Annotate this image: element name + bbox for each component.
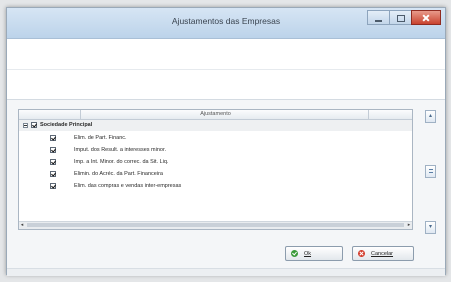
window-controls bbox=[367, 10, 441, 25]
row-checkbox[interactable] bbox=[50, 171, 56, 177]
row-label: Elimin. do Acréc. da Part. Financeira bbox=[74, 171, 163, 177]
header-panel bbox=[7, 39, 445, 100]
row-label: Elim. de Part. Financ. bbox=[74, 135, 127, 141]
group-checkbox[interactable] bbox=[31, 122, 37, 128]
ok-button-label: Ok bbox=[304, 250, 312, 257]
cancel-icon bbox=[358, 250, 365, 257]
scroll-right-icon[interactable]: ▸ bbox=[406, 222, 412, 228]
list-icon-line bbox=[429, 172, 433, 173]
adjustments-grid[interactable]: Ajustamento Sociedade Principal Elim. de… bbox=[18, 109, 413, 230]
table-row[interactable]: Elimin. do Acréc. da Part. Financeira bbox=[19, 169, 412, 180]
cancel-button[interactable]: Cancelar bbox=[352, 246, 414, 261]
header-divider bbox=[7, 69, 445, 70]
row-label: Imp. a Int. Minor. do correc. da Sit. Li… bbox=[74, 159, 169, 165]
table-row[interactable]: Imp. a Int. Minor. do correc. da Sit. Li… bbox=[19, 157, 412, 168]
minimize-button[interactable] bbox=[367, 10, 389, 25]
collapse-icon[interactable] bbox=[23, 123, 28, 128]
move-button[interactable] bbox=[425, 165, 436, 178]
close-button[interactable] bbox=[411, 10, 441, 25]
column-header-ajustamento[interactable]: Ajustamento bbox=[19, 111, 412, 117]
table-row[interactable]: Imput. dos Result. a interesses minor. bbox=[19, 145, 412, 156]
horizontal-scrollbar[interactable]: ◂ ▸ bbox=[19, 221, 412, 229]
scrollbar-thumb[interactable] bbox=[27, 223, 404, 227]
chevron-down-icon: ▾ bbox=[428, 224, 432, 230]
row-label: Imput. dos Result. a interesses minor. bbox=[74, 147, 167, 153]
scroll-up-button[interactable]: ▴ bbox=[425, 110, 436, 123]
table-row[interactable]: Elim. de Part. Financ. bbox=[19, 133, 412, 144]
status-strip bbox=[7, 268, 445, 276]
group-row[interactable]: Sociedade Principal bbox=[19, 120, 412, 131]
group-label: Sociedade Principal bbox=[40, 122, 93, 128]
check-icon bbox=[291, 250, 298, 257]
row-checkbox[interactable] bbox=[50, 159, 56, 165]
title-bar: Ajustamentos das Empresas bbox=[7, 8, 445, 39]
scroll-left-icon[interactable]: ◂ bbox=[19, 222, 25, 228]
chevron-up-icon: ▴ bbox=[428, 113, 432, 119]
list-icon bbox=[429, 169, 433, 170]
row-checkbox[interactable] bbox=[50, 135, 56, 141]
row-checkbox[interactable] bbox=[50, 147, 56, 153]
cancel-button-label: Cancelar bbox=[371, 250, 394, 257]
ok-button[interactable]: Ok bbox=[285, 246, 343, 261]
row-checkbox[interactable] bbox=[50, 183, 56, 189]
scroll-down-button[interactable]: ▾ bbox=[425, 221, 436, 234]
maximize-button[interactable] bbox=[389, 10, 411, 25]
header-divider-right bbox=[368, 110, 369, 119]
grid-header: Ajustamento bbox=[19, 110, 412, 120]
row-label: Elim. das compras e vendas inter-empresa… bbox=[74, 183, 182, 189]
table-row[interactable]: Elim. das compras e vendas inter-empresa… bbox=[19, 181, 412, 192]
